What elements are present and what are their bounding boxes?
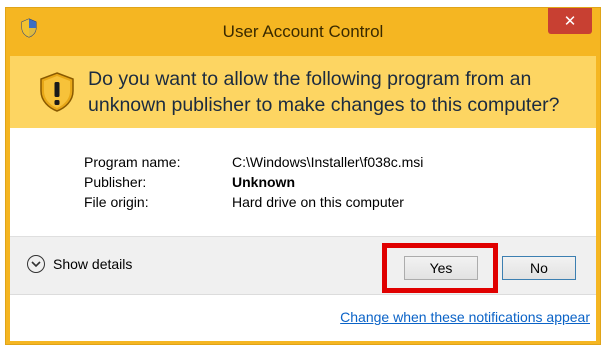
file-origin-value: Hard drive on this computer xyxy=(232,194,404,210)
uac-dialog: User Account Control ✕ Do you want to al… xyxy=(5,7,601,345)
program-name-label: Program name: xyxy=(84,154,181,170)
show-details-toggle[interactable]: Show details xyxy=(27,255,132,273)
publisher-label: Publisher: xyxy=(84,174,147,190)
file-origin-row: File origin: Hard drive on this computer xyxy=(84,194,404,210)
chevron-down-icon xyxy=(31,260,41,267)
prompt-panel: Do you want to allow the following progr… xyxy=(10,56,596,128)
file-origin-label: File origin: xyxy=(84,194,149,210)
program-details: Program name: C:\Windows\Installer\f038c.… xyxy=(10,128,596,236)
show-details-label: Show details xyxy=(53,256,133,272)
button-footer: Show details Yes No xyxy=(10,236,596,295)
chevron-down-circle-icon xyxy=(27,255,45,273)
publisher-value: Unknown xyxy=(232,174,295,190)
close-icon: ✕ xyxy=(563,13,577,30)
close-button[interactable]: ✕ xyxy=(548,8,592,34)
uac-question: Do you want to allow the following progr… xyxy=(88,68,560,116)
window-title: User Account Control xyxy=(222,22,384,41)
change-notifications-link[interactable]: Change when these notifications appear xyxy=(340,309,590,325)
program-name-value: C:\Windows\Installer\f038c.msi xyxy=(232,154,424,170)
warning-shield-icon xyxy=(40,72,74,112)
yes-button[interactable]: Yes xyxy=(404,256,478,280)
program-name-row: Program name: C:\Windows\Installer\f038c.… xyxy=(84,154,423,170)
publisher-row: Publisher: Unknown xyxy=(84,174,295,190)
title-bar: User Account Control ✕ xyxy=(6,8,600,56)
notification-link-bar: Change when these notifications appear xyxy=(10,294,596,341)
no-button[interactable]: No xyxy=(502,256,576,280)
